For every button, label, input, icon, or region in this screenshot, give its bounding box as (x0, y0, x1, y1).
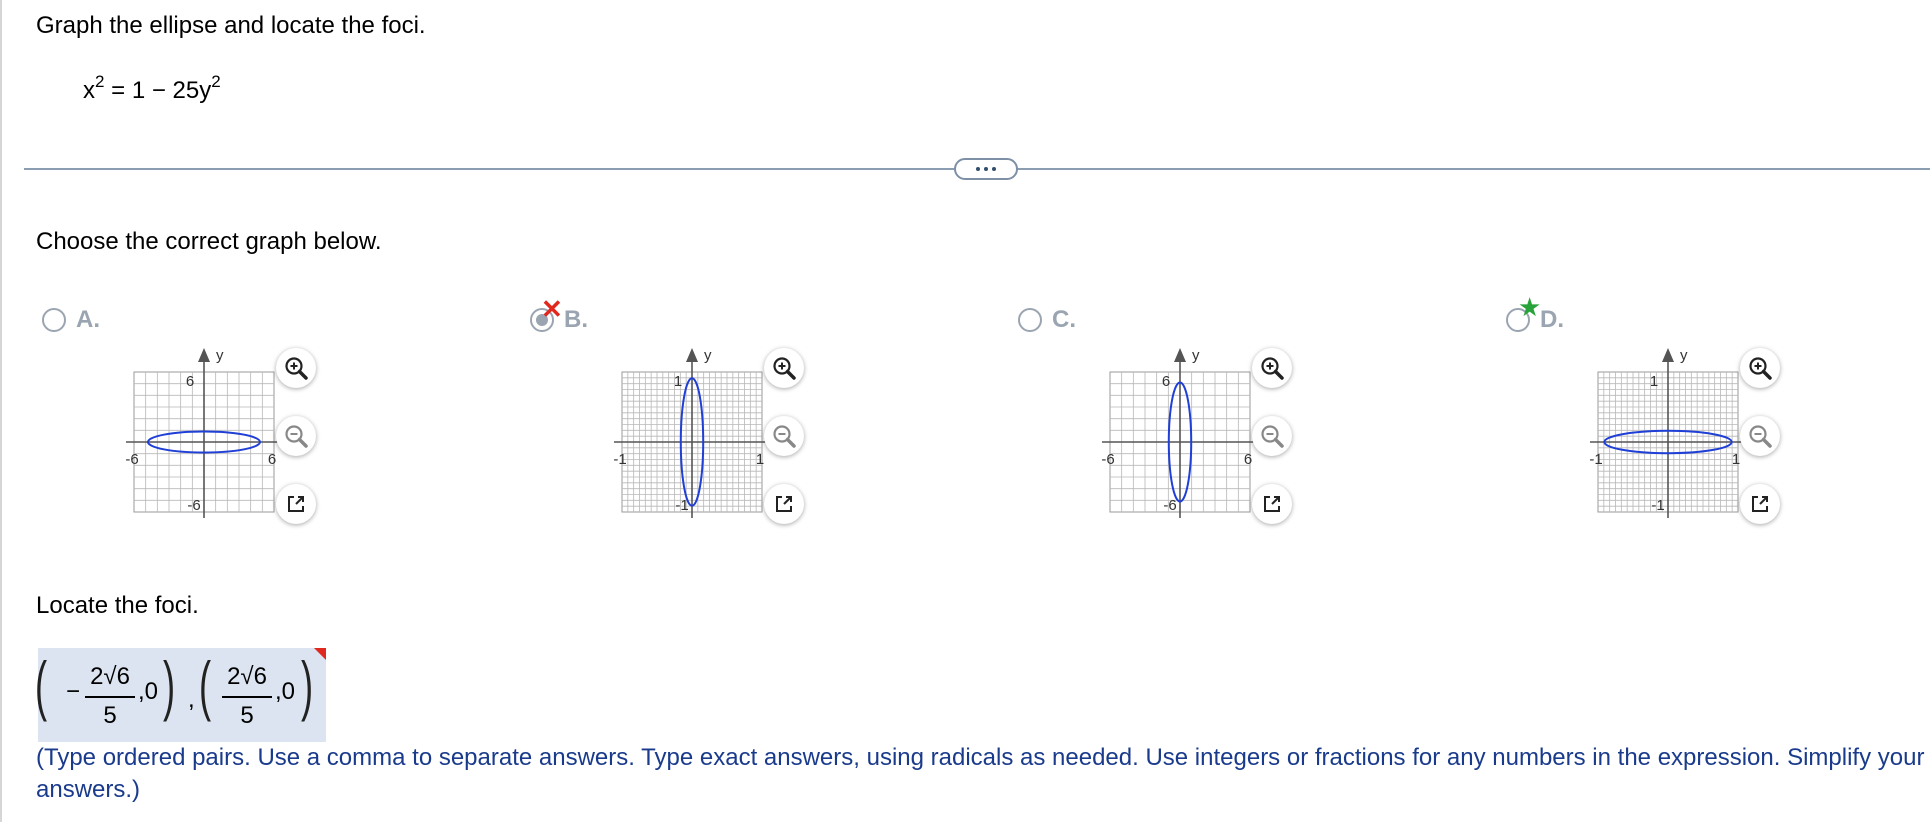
tick-label-top: 1 (1650, 373, 1658, 390)
tick-label-bottom: -1 (675, 497, 688, 514)
tick-label-right: 1 (1732, 451, 1740, 468)
tick-label-right: 6 (268, 451, 276, 468)
external-link-icon (1264, 496, 1280, 512)
more-options-icon (976, 167, 980, 171)
tick-label-left: -1 (1589, 451, 1602, 468)
more-options-button[interactable] (954, 158, 1018, 180)
incorrect-mark-icon: ✕ (541, 294, 563, 324)
option-b-zoom-in-button[interactable] (764, 348, 804, 388)
question-title: Graph the ellipse and locate the foci. (36, 12, 426, 39)
zoom-in-icon (1261, 357, 1284, 380)
option-d-graph: yx1-1-11 (1589, 348, 1770, 518)
y-axis-label: y (216, 348, 224, 364)
zoom-in-icon (773, 357, 796, 380)
zoom-out-icon (1261, 425, 1284, 448)
y-axis-label: y (1192, 348, 1200, 364)
option-b-popout-button[interactable] (764, 484, 804, 524)
option-a-popout-button[interactable] (276, 484, 316, 524)
tick-label-right: 6 (1244, 451, 1252, 468)
fraction-2: 2√6 5 (222, 660, 272, 732)
option-c: C. yx6-6-66 (1014, 300, 1484, 540)
prompt-text: Choose the correct graph below. (36, 228, 382, 255)
answer-instructions: (Type ordered pairs. Use a comma to sepa… (36, 744, 1925, 803)
tick-label-bottom: -1 (1651, 497, 1664, 514)
option-c-graph: yx6-6-66 (1101, 348, 1282, 518)
y-axis-label: y (1680, 348, 1688, 364)
external-link-icon (1752, 496, 1768, 512)
option-b-zoom-out-button[interactable] (764, 416, 804, 456)
tick-label-left: -6 (125, 451, 138, 468)
foci-answer-field[interactable]: ( − 2√6 5 ,0 ) , ( 2√6 5 ,0 ) (35, 648, 326, 742)
tick-label-bottom: -6 (1163, 497, 1176, 514)
option-d-zoom-out-button[interactable] (1740, 416, 1780, 456)
option-b-graph: yx1-1-11 (613, 348, 794, 518)
option-a-label: A. (76, 306, 100, 333)
option-c-zoom-out-button[interactable] (1252, 416, 1292, 456)
zoom-in-icon (285, 357, 308, 380)
tick-label-top: 6 (186, 373, 194, 390)
option-d: ★ D. yx1-1-11 (1502, 294, 1930, 540)
option-a-zoom-out-button[interactable] (276, 416, 316, 456)
tick-label-right: 1 (756, 451, 764, 468)
foci-heading: Locate the foci. (36, 592, 199, 619)
option-a-zoom-in-button[interactable] (276, 348, 316, 388)
equation: x2 = 1 − 25y2 (83, 72, 221, 104)
option-b-label: B. (564, 306, 588, 333)
option-a-radio[interactable] (42, 308, 66, 332)
option-c-popout-button[interactable] (1252, 484, 1292, 524)
option-b: ✕ B. yx1-1-11 (526, 296, 996, 540)
zoom-out-icon (773, 425, 796, 448)
zoom-out-icon (285, 425, 308, 448)
option-d-label: D. (1540, 306, 1564, 333)
external-link-icon (288, 496, 304, 512)
zoom-out-icon (1749, 425, 1772, 448)
option-a-graph: yx6-6-66 (125, 348, 306, 518)
tick-label-bottom: -6 (187, 497, 200, 514)
option-c-zoom-in-button[interactable] (1252, 348, 1292, 388)
tick-label-left: -6 (1101, 451, 1114, 468)
option-c-radio[interactable] (1018, 308, 1042, 332)
correct-star-icon: ★ (1518, 292, 1542, 322)
tick-label-top: 1 (674, 373, 682, 390)
tick-label-left: -1 (613, 451, 626, 468)
option-d-zoom-in-button[interactable] (1740, 348, 1780, 388)
left-border (0, 0, 2, 822)
option-c-label: C. (1052, 306, 1076, 333)
tick-label-top: 6 (1162, 373, 1170, 390)
option-d-popout-button[interactable] (1740, 484, 1780, 524)
zoom-in-icon (1749, 357, 1772, 380)
fraction-1: 2√6 5 (85, 660, 135, 732)
y-axis-label: y (704, 348, 712, 364)
option-a: A. yx6-6-66 (38, 300, 508, 540)
incorrect-corner-flag (314, 648, 326, 660)
external-link-icon (776, 496, 792, 512)
